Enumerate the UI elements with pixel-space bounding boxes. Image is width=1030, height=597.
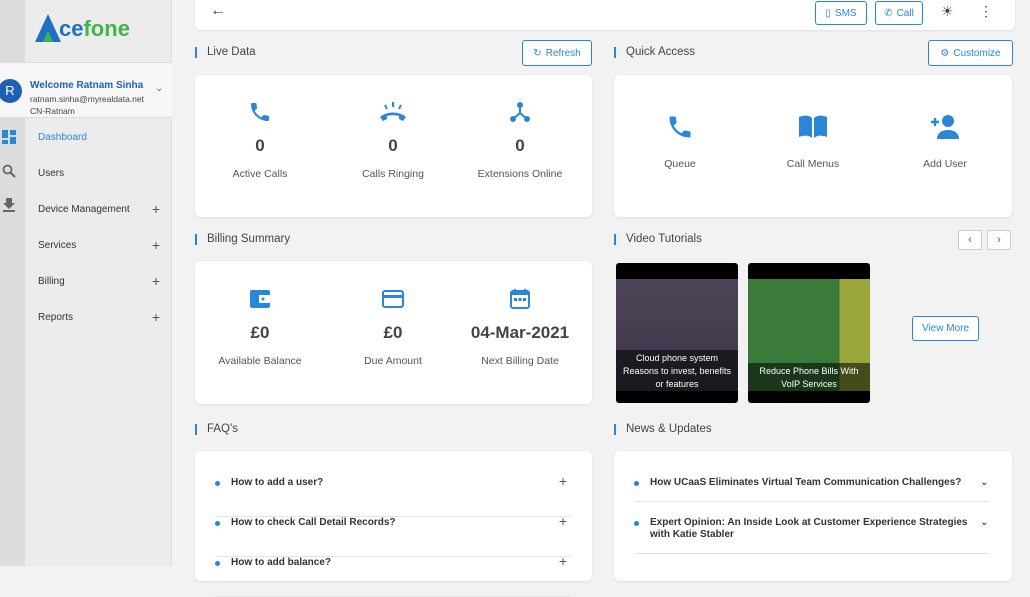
sms-button[interactable]: ▯ SMS	[815, 1, 867, 25]
calendar-icon	[510, 289, 530, 309]
dashboard-icon[interactable]	[2, 130, 16, 144]
user-org: CN-Ratnam	[30, 106, 75, 116]
book-icon	[799, 115, 827, 138]
refresh-button[interactable]: ↻ Refresh	[522, 40, 592, 66]
plus-icon: +	[151, 309, 160, 325]
sidebar: ce fone R Welcome Ratnam Sinha ratnam.sin…	[0, 0, 172, 566]
nav-services[interactable]: Services +	[38, 237, 168, 253]
credit-card-icon	[382, 290, 404, 308]
chevron-down-icon[interactable]: ⌄	[155, 83, 163, 94]
plus-icon[interactable]: +	[559, 513, 567, 529]
quick-add-user[interactable]: Add User	[890, 113, 1000, 170]
billing-summary-heading: Billing Summary	[195, 233, 290, 245]
chevron-right-icon[interactable]: ›	[987, 230, 1011, 250]
search-icon[interactable]	[2, 164, 16, 178]
quick-queue[interactable]: Queue	[625, 113, 735, 170]
quick-access-card: Queue Call Menus Add User	[614, 75, 1012, 217]
video-thumbnail[interactable]: Cloud phone system Reasons to invest, be…	[616, 263, 738, 403]
user-panel[interactable]: R Welcome Ratnam Sinha ratnam.sinha@myre…	[0, 62, 172, 118]
wallet-icon	[250, 290, 270, 308]
news-heading: News & Updates	[614, 423, 712, 435]
stat-calls-ringing: 0 Calls Ringing	[328, 100, 458, 180]
welcome-text: Welcome Ratnam Sinha	[30, 80, 144, 91]
news-item[interactable]: Expert Opinion: An Inside Look at Custom…	[634, 517, 990, 554]
acefone-logo[interactable]: ce fone	[35, 10, 130, 42]
news-card	[614, 451, 1012, 581]
nav-device-management[interactable]: Device Management +	[38, 201, 168, 217]
message-icon: ▯	[825, 7, 831, 19]
live-data-card: 0 Active Calls 0 Calls Ringing 0 Extensions…	[195, 75, 592, 217]
video-thumbnail[interactable]: Reduce Phone Bills With VoIP Services	[748, 263, 870, 403]
more-vert-icon[interactable]: ⋮	[979, 3, 993, 20]
add-user-icon	[931, 115, 959, 139]
chevron-down-icon[interactable]: ⌄	[980, 476, 988, 488]
phone-icon: ✆	[884, 7, 893, 19]
stat-next-billing-date: 04-Mar-2021 Next Billing Date	[455, 287, 585, 367]
nav-users[interactable]: Users	[38, 168, 168, 179]
faqs-heading: FAQ's	[195, 423, 238, 435]
live-data-heading: Live Data	[195, 46, 256, 58]
brightness-icon[interactable]: ☀	[941, 3, 954, 20]
phone-icon	[251, 103, 269, 121]
stat-extensions-online: 0 Extensions Online	[455, 100, 585, 180]
plus-icon: +	[151, 201, 160, 217]
download-icon[interactable]	[2, 198, 16, 212]
nav-reports[interactable]: Reports +	[38, 309, 168, 325]
back-arrow-icon[interactable]: ←	[210, 2, 226, 20]
plus-icon[interactable]: +	[559, 553, 567, 569]
call-button[interactable]: ✆ Call	[875, 1, 923, 25]
view-more-button[interactable]: View More	[912, 316, 979, 341]
faq-item[interactable]: How to add a user? +	[215, 473, 571, 517]
plus-icon[interactable]: +	[559, 473, 567, 489]
gear-icon: ⚙	[940, 47, 950, 59]
news-item[interactable]: How UCaaS Eliminates Virtual Team Commun…	[634, 477, 990, 502]
top-bar: ← ▯ SMS ✆ Call ☀ ⋮	[195, 0, 1015, 30]
chevron-left-icon[interactable]: ‹	[958, 230, 982, 250]
avatar: R	[0, 79, 22, 103]
phone-icon	[669, 116, 691, 138]
stat-active-calls: 0 Active Calls	[195, 100, 325, 180]
user-email: ratnam.sinha@myrealdata.net	[30, 94, 144, 104]
faq-item[interactable]: How to add balance? +	[215, 553, 571, 597]
video-tutorials-heading: Video Tutorials	[614, 233, 702, 245]
billing-summary-card: £0 Available Balance £0 Due Amount 04-Mar-…	[195, 261, 592, 404]
network-icon	[510, 102, 530, 122]
quick-access-heading: Quick Access	[614, 46, 695, 58]
customize-button[interactable]: ⚙ Customize	[928, 40, 1013, 66]
plus-icon: +	[151, 273, 160, 289]
phone-ringing-icon	[380, 102, 406, 121]
nav-billing[interactable]: Billing +	[38, 273, 168, 289]
refresh-icon: ↻	[533, 47, 542, 59]
nav-dashboard[interactable]: Dashboard	[38, 132, 168, 143]
stat-available-balance: £0 Available Balance	[195, 287, 325, 367]
chevron-down-icon[interactable]: ⌄	[980, 516, 988, 528]
plus-icon: +	[151, 237, 160, 253]
faq-item[interactable]: How to check Call Detail Records? +	[215, 513, 571, 557]
stat-due-amount: £0 Due Amount	[328, 287, 458, 367]
quick-call-menus[interactable]: Call Menus	[758, 113, 868, 170]
